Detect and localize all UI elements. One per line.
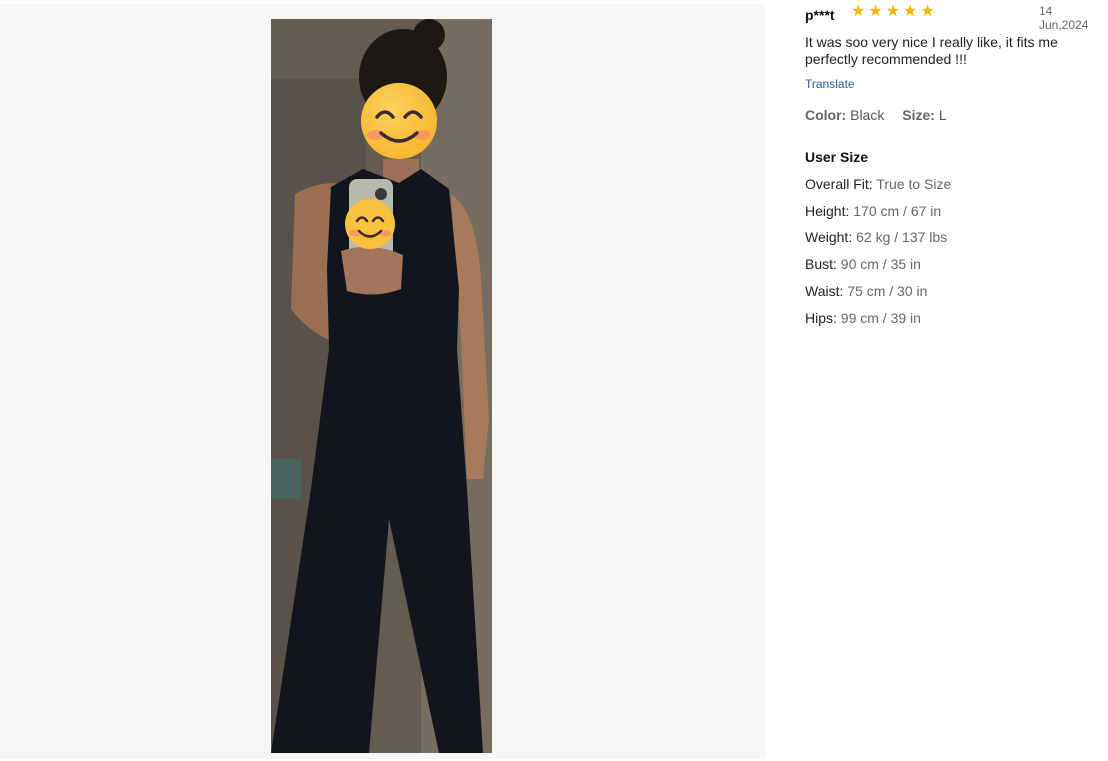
phone-camera-icon bbox=[375, 188, 387, 200]
translate-link[interactable]: Translate bbox=[805, 77, 855, 91]
star-icon: ★ bbox=[868, 3, 883, 20]
user-size-bust: Bust: 90 cm / 35 in bbox=[805, 256, 921, 272]
size-value: L bbox=[938, 107, 947, 123]
star-icon: ★ bbox=[851, 3, 866, 20]
review-panel: p***t ★ ★ ★ ★ ★ 14 Jun,2024 It was soo v… bbox=[805, 0, 1105, 326]
attr-label: Weight: bbox=[805, 229, 853, 245]
photo-illustration bbox=[271, 19, 492, 753]
photo-hand bbox=[341, 246, 403, 295]
attr-value: 75 cm / 30 in bbox=[847, 283, 928, 299]
star-icon: ★ bbox=[885, 3, 901, 20]
user-size-title: User Size bbox=[805, 149, 869, 165]
smiley-emoji-icon bbox=[361, 83, 437, 159]
color-value: Black bbox=[850, 107, 885, 123]
star-icon: ★ bbox=[903, 3, 918, 20]
attr-value: 99 cm / 39 in bbox=[840, 310, 921, 326]
review-header: p***t ★ ★ ★ ★ ★ 14 Jun,2024 bbox=[805, 0, 1105, 32]
user-size-overall-fit: Overall Fit: True to Size bbox=[805, 176, 951, 192]
smiley-emoji-icon bbox=[345, 199, 395, 249]
size-label: Size: bbox=[902, 107, 935, 123]
review-photo[interactable] bbox=[271, 19, 492, 753]
attr-label: Overall Fit: bbox=[805, 176, 873, 192]
review-photo-gallery bbox=[0, 4, 765, 759]
review-username: p***t bbox=[805, 7, 835, 23]
attr-value: 62 kg / 137 lbs bbox=[856, 229, 948, 245]
review-date: 14 Jun,2024 bbox=[1039, 4, 1089, 32]
purchased-variant: Color: Black Size: L bbox=[805, 107, 947, 123]
photo-hair-bun bbox=[413, 19, 445, 51]
attr-value: 170 cm / 67 in bbox=[853, 203, 942, 219]
user-size-weight: Weight: 62 kg / 137 lbs bbox=[805, 229, 947, 245]
color-label: Color: bbox=[805, 107, 847, 123]
attr-label: Hips: bbox=[805, 310, 837, 326]
star-icon: ★ bbox=[920, 3, 935, 20]
star-rating: ★ ★ ★ ★ ★ bbox=[851, 3, 935, 21]
user-size-waist: Waist: 75 cm / 30 in bbox=[805, 283, 927, 299]
user-size-height: Height: 170 cm / 67 in bbox=[805, 203, 941, 219]
attr-label: Waist: bbox=[805, 283, 844, 299]
attr-value: 90 cm / 35 in bbox=[840, 256, 921, 272]
user-size-hips: Hips: 99 cm / 39 in bbox=[805, 310, 921, 326]
photo-object bbox=[271, 459, 301, 499]
review-text: It was soo very nice I really like, it f… bbox=[805, 34, 1058, 67]
attr-value: True to Size bbox=[876, 176, 952, 192]
attr-label: Bust: bbox=[805, 256, 837, 272]
attr-label: Height: bbox=[805, 203, 850, 219]
